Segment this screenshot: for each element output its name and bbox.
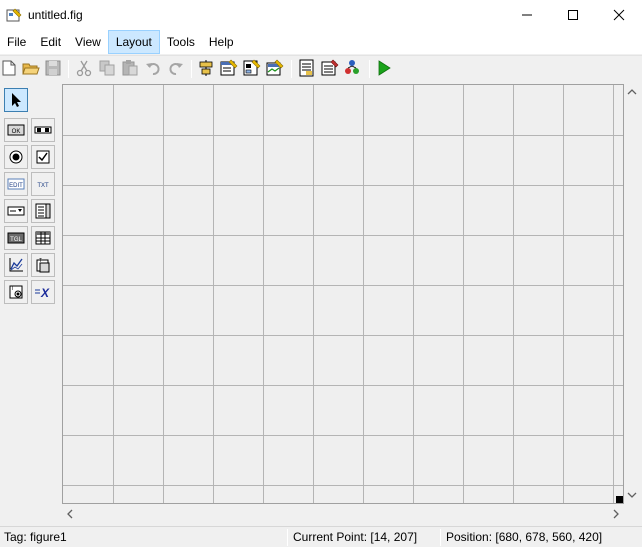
title-bar: untitled.fig [0, 0, 642, 30]
select-pointer-icon [12, 93, 21, 107]
palette-radio-button[interactable] [4, 145, 28, 169]
maximize-button[interactable] [550, 0, 596, 30]
svg-text:T: T [39, 258, 42, 264]
copy-icon[interactable] [98, 59, 116, 77]
vertical-scrollbar[interactable] [624, 84, 639, 504]
toolbar [0, 55, 642, 81]
palette-edit-text[interactable]: EDIT [4, 172, 28, 196]
palette-panel[interactable]: T [31, 253, 55, 277]
menu-file[interactable]: File [0, 30, 33, 54]
tab-order-editor-icon[interactable] [243, 59, 261, 77]
save-icon[interactable] [44, 59, 62, 77]
palette-activex-control[interactable]: X [31, 280, 55, 304]
palette-table[interactable] [31, 226, 55, 250]
cut-icon[interactable] [75, 59, 93, 77]
axes-icon [9, 258, 23, 272]
menu-editor-icon[interactable] [220, 59, 238, 77]
palette-select-tool[interactable] [4, 88, 28, 112]
edit-text-icon: EDIT [7, 178, 25, 190]
object-browser-icon[interactable] [344, 59, 362, 77]
run-figure-icon[interactable] [375, 59, 393, 77]
align-objects-icon[interactable] [197, 59, 215, 77]
palette-push-button[interactable]: OK [4, 118, 28, 142]
editor-icon[interactable] [298, 59, 316, 77]
menu-edit[interactable]: Edit [33, 30, 68, 54]
radio-button-icon [9, 150, 23, 164]
scroll-right-icon[interactable] [612, 509, 620, 519]
status-position: Position: [680, 678, 560, 420] [446, 530, 603, 544]
menu-bar: File Edit View Layout Tools Help [0, 30, 642, 54]
svg-text:X: X [40, 286, 50, 300]
slider-icon [34, 126, 52, 134]
layout-grid [63, 85, 623, 503]
activex-control-icon: X [35, 286, 50, 300]
palette-toggle-button[interactable]: TGL [4, 226, 28, 250]
component-palette: OK EDIT TXT TGL T T X [0, 84, 60, 504]
menu-layout[interactable]: Layout [107, 30, 160, 54]
panel-icon: T [36, 258, 50, 273]
maximize-icon [568, 10, 578, 20]
svg-text:OK: OK [12, 129, 21, 135]
new-file-icon[interactable] [0, 59, 18, 77]
scroll-down-icon[interactable] [627, 491, 637, 499]
toggle-button-icon: TGL [7, 232, 25, 244]
scroll-left-icon[interactable] [66, 509, 74, 519]
svg-text:TXT: TXT [37, 183, 49, 189]
window-title: untitled.fig [28, 8, 83, 22]
guide-figure-icon [6, 8, 22, 22]
listbox-icon [35, 203, 51, 219]
minimize-button[interactable] [504, 0, 550, 30]
svg-text:TGL: TGL [10, 237, 22, 243]
popup-menu-icon [7, 206, 25, 216]
toolbar-editor-icon[interactable] [266, 59, 284, 77]
button-group-icon: T [9, 285, 23, 299]
redo-icon[interactable] [167, 59, 185, 77]
close-icon [613, 9, 625, 21]
status-tag: Tag: figure1 [4, 530, 67, 544]
minimize-icon [522, 14, 532, 16]
palette-popup-menu[interactable] [4, 199, 28, 223]
status-bar: Tag: figure1 Current Point: [14, 207] Po… [0, 526, 642, 547]
paste-icon[interactable] [121, 59, 139, 77]
table-icon [35, 231, 51, 245]
undo-icon[interactable] [144, 59, 162, 77]
property-inspector-icon[interactable] [321, 59, 339, 77]
status-current-point: Current Point: [14, 207] [293, 530, 418, 544]
push-button-icon: OK [7, 124, 25, 136]
menu-view[interactable]: View [68, 30, 108, 54]
svg-text:T: T [11, 286, 14, 292]
palette-listbox[interactable] [31, 199, 55, 223]
scroll-up-icon[interactable] [627, 88, 637, 96]
static-text-icon: TXT [37, 183, 49, 189]
menu-help[interactable]: Help [202, 30, 241, 54]
palette-static-text[interactable]: TXT [31, 172, 55, 196]
palette-axes[interactable] [4, 253, 28, 277]
horizontal-scrollbar[interactable] [62, 504, 624, 522]
palette-check-box[interactable] [31, 145, 55, 169]
svg-text:EDIT: EDIT [9, 183, 23, 189]
close-button[interactable] [596, 0, 642, 30]
layout-canvas[interactable] [62, 84, 624, 504]
menu-tools[interactable]: Tools [160, 30, 202, 54]
palette-slider[interactable] [31, 118, 55, 142]
open-folder-icon[interactable] [22, 59, 40, 77]
figure-resize-handle[interactable] [616, 496, 623, 503]
check-box-icon [36, 150, 50, 164]
palette-button-group[interactable]: T [4, 280, 28, 304]
